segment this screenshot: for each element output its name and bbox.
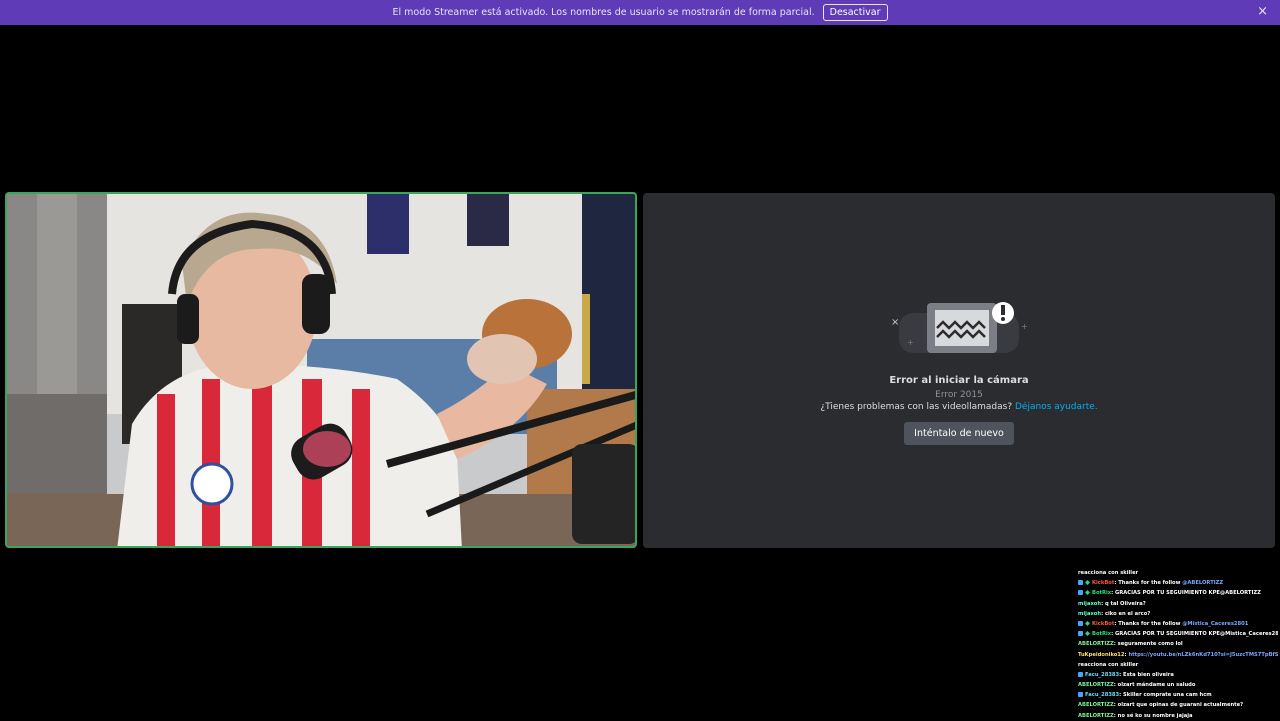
chat-message: ABELORTIZZ: olzart que opinas de guarani… [1078,700,1278,710]
svg-text:+: + [1021,322,1028,331]
camera-error-code: Error 2015 [935,390,983,400]
chat-message: reacciona con skiller [1078,660,1278,670]
chat-message: ABELORTIZZ: seguramente como lol [1078,639,1278,649]
chat-text: : olzart mándame un saludo [1113,682,1196,689]
chat-username[interactable]: ABELORTIZZ [1078,702,1114,708]
chat-text: : q tal Oliveira? [1101,600,1146,607]
chat-username[interactable]: mijaxoh [1078,611,1101,617]
chat-message: TuKpeidoniko12: https://youtu.be/nLZk6nK… [1078,650,1278,660]
chat-text: reacciona con skiller [1078,570,1139,576]
chat-mention[interactable]: @Mistica_Caceres2801 [1182,621,1248,627]
chat-mention[interactable]: https://youtu.be/nLZk6nKd710?si=J5uzcTMS… [1128,652,1278,658]
camera-error-title: Error al iniciar la cámara [889,375,1029,386]
chat-username[interactable]: ABELORTIZZ [1078,682,1114,688]
chat-username[interactable]: BotRix [1092,631,1111,637]
banner-message: El modo Streamer está activado. Los nomb… [392,7,815,18]
chat-username[interactable]: mijaxoh [1078,601,1101,607]
chat-username[interactable]: ABELORTIZZ [1078,713,1114,719]
chat-text: : Thanks for the follow [1114,580,1183,587]
chat-overlay: reacciona con skiller KickBot: Thanks for… [1078,568,1278,721]
chat-message: BotRix: GRACIAS POR TU SEGUIMIENTO KPE@A… [1078,588,1278,598]
svg-text:×: × [891,317,899,328]
broken-camera-illustration: × + + [891,302,1028,353]
subscriber-badge-icon [1078,692,1083,698]
bot-badge-icon [1085,631,1090,637]
bot-badge-icon [1085,590,1090,596]
streamer-mode-banner: El modo Streamer está activado. Los nomb… [0,0,1280,25]
moderator-badge-icon [1078,620,1083,626]
chat-text: : olzart que opinas de guarani actualmen… [1113,702,1244,709]
chat-text: : Esta bien oliveira [1119,671,1174,678]
camera-help-text: ¿Tienes problemas con las videollamadas?… [643,402,1275,412]
chat-message: KickBot: Thanks for the follow @ABELORTI… [1078,578,1278,588]
moderator-badge-icon [1078,590,1083,596]
chat-text: reacciona con skiller [1078,661,1139,668]
help-link[interactable]: Déjanos ayudarte. [1015,402,1098,412]
video-tile-webcam[interactable] [5,192,637,548]
chat-text: : no sé ko su nombre jajaja [1113,712,1193,719]
chat-message: Facu_28383: Skiller comprate una cam hcm [1078,690,1278,700]
chat-message: mijaxoh: q tal Oliveira? [1078,599,1278,609]
chat-text: : seguramente como lol [1113,641,1183,648]
video-tile-camera-error: × + + Error al iniciar la cámara Error 2… [643,193,1275,548]
retry-button[interactable]: Inténtalo de nuevo [904,422,1014,445]
chat-username[interactable]: Facu_28383 [1085,672,1119,678]
chat-username[interactable]: ABELORTIZZ [1078,641,1114,647]
chat-username[interactable]: Facu_28383 [1085,692,1119,698]
chat-username[interactable]: BotRix [1092,590,1111,596]
chat-text: : Skiller comprate una cam hcm [1119,692,1212,699]
moderator-badge-icon [1078,580,1083,586]
chat-text: : GRACIAS POR TU SEGUIMIENTO KPE@ABELORT… [1111,590,1261,597]
chat-message: Facu_28383: Esta bien oliveira [1078,670,1278,680]
svg-text:+: + [907,338,914,347]
chat-message: ABELORTIZZ: olzart mándame un saludo [1078,680,1278,690]
subscriber-badge-icon [1078,671,1083,677]
help-question: ¿Tienes problemas con las videollamadas? [820,402,1013,412]
chat-text: : GRACIAS POR TU SEGUIMIENTO KPE@Mistica… [1111,631,1278,638]
close-icon[interactable]: × [1257,5,1268,19]
chat-message: KickBot: Thanks for the follow @Mistica_… [1078,619,1278,629]
deactivate-button[interactable]: Desactivar [822,4,888,21]
moderator-badge-icon [1078,631,1083,637]
chat-username[interactable]: KickBot [1092,621,1114,627]
chat-text: : Thanks for the follow [1114,620,1183,627]
bot-badge-icon [1085,620,1090,626]
chat-mention[interactable]: @ABELORTIZZ [1182,580,1223,586]
chat-text: : ciko en el arco? [1101,610,1151,617]
chat-username[interactable]: TuKpeidoniko12 [1078,652,1125,658]
chat-message: reacciona con skiller [1078,568,1278,578]
bot-badge-icon [1085,580,1090,586]
webcam-video-frame [7,194,635,546]
chat-message: BotRix: GRACIAS POR TU SEGUIMIENTO KPE@M… [1078,629,1278,639]
chat-message: mijaxoh: ciko en el arco? [1078,609,1278,619]
chat-username[interactable]: KickBot [1092,580,1114,586]
chat-message: ABELORTIZZ: no sé ko su nombre jajaja [1078,711,1278,721]
